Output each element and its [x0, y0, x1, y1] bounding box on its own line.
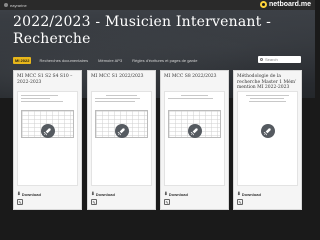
tab-memoire-ap3[interactable]: Mémoire AP3: [96, 57, 124, 64]
document-card[interactable]: Méthodologie de la recherche Master 1 Mé…: [233, 70, 302, 210]
tab-regles-ecritures[interactable]: Règles d'écritures et pages de garde: [130, 57, 199, 64]
document-preview-lines: [21, 95, 74, 104]
rocket-icon: [40, 124, 55, 138]
document-preview-lines: [168, 95, 221, 101]
document-thumbnail[interactable]: [91, 91, 152, 186]
download-link[interactable]: ⬇ Download: [17, 191, 41, 197]
search-placeholder: Search: [265, 57, 278, 62]
edit-icon[interactable]: ✎: [164, 199, 170, 205]
download-icon: ⬇: [237, 191, 241, 196]
tab-mi-2022[interactable]: MI 2022: [13, 56, 32, 64]
document-preview-lines: [241, 95, 294, 104]
rocket-icon: [260, 124, 275, 138]
edit-icon[interactable]: ✎: [91, 199, 97, 205]
document-thumbnail[interactable]: [17, 91, 78, 186]
document-preview-lines: [95, 95, 148, 104]
card-title: MI MCC S8 2022/2023: [164, 74, 217, 79]
brand-logo[interactable]: netboard.me: [259, 1, 311, 8]
download-label: Download: [168, 191, 188, 197]
document-card[interactable]: MI MCC S8 2022/2023 ⬇ Download ✎: [160, 70, 229, 210]
download-label: Download: [241, 191, 261, 197]
search-icon: [260, 58, 263, 61]
brand-icon: [259, 1, 267, 8]
download-link[interactable]: ⬇ Download: [164, 191, 188, 197]
tab-recherches-documentaires[interactable]: Recherches documentaires: [37, 57, 90, 64]
page-title: 2022/2023 - Musicien Intervenant - Reche…: [13, 14, 303, 48]
top-bar: eayrarine netboard.me: [0, 0, 315, 10]
document-thumbnail[interactable]: [164, 91, 225, 186]
search-input[interactable]: Search: [258, 56, 301, 63]
download-label: Download: [95, 191, 115, 197]
user-label: eayrarine: [10, 2, 27, 8]
avatar: [4, 3, 8, 7]
card-title: Méthodologie de la recherche Master 1 Mé…: [237, 74, 297, 90]
user-menu[interactable]: eayrarine: [4, 3, 27, 8]
download-icon: ⬇: [17, 191, 21, 196]
board-tabs: MI 2022 Recherches documentaires Mémoire…: [13, 56, 199, 64]
card-title: MI MCC S1 S2 S4 S10 – 2022-2023: [17, 74, 73, 85]
page-title-line-1: 2022/2023 - Musicien Intervenant -: [13, 14, 272, 30]
download-icon: ⬇: [91, 191, 95, 196]
page-title-line-2: Recherche: [13, 31, 91, 47]
rocket-icon: [187, 124, 202, 138]
download-link[interactable]: ⬇ Download: [237, 191, 261, 197]
document-thumbnail[interactable]: [237, 91, 298, 186]
download-icon: ⬇: [164, 191, 168, 196]
brand-name: netboard.me: [268, 1, 311, 8]
rocket-icon: [114, 124, 129, 138]
card-title: MI MCC S1 2022/2023: [91, 74, 144, 79]
document-card[interactable]: MI MCC S1 S2 S4 S10 – 2022-2023 ⬇ Downlo…: [13, 70, 82, 210]
card-grid: MI MCC S1 S2 S4 S10 – 2022-2023 ⬇ Downlo…: [13, 70, 303, 210]
download-link[interactable]: ⬇ Download: [91, 191, 115, 197]
download-label: Download: [21, 191, 41, 197]
document-card[interactable]: MI MCC S1 2022/2023 ⬇ Download ✎: [87, 70, 156, 210]
edit-icon[interactable]: ✎: [17, 199, 23, 205]
edit-icon[interactable]: ✎: [237, 199, 243, 205]
